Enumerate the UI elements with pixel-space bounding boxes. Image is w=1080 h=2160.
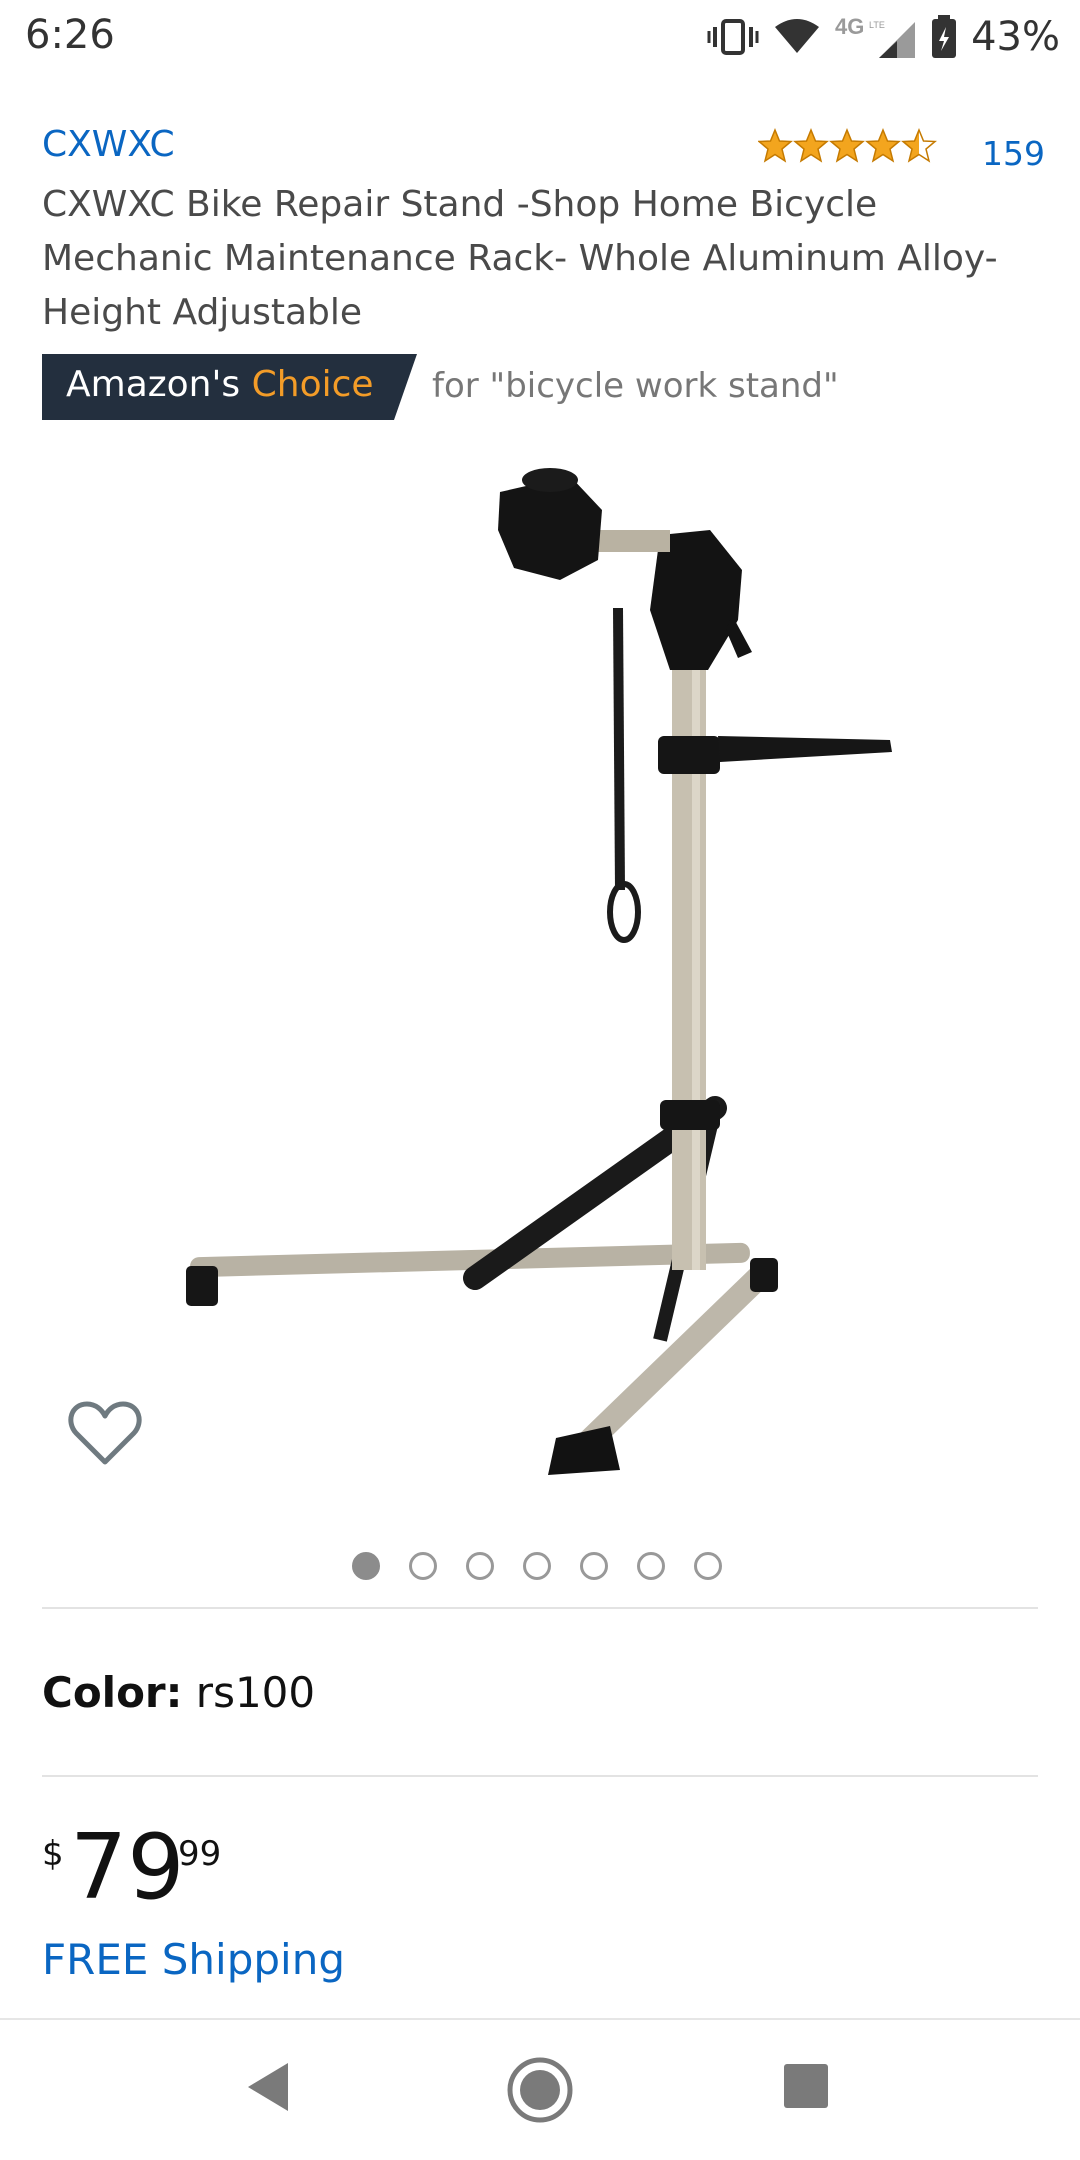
svg-text:4G: 4G — [835, 14, 864, 39]
price-symbol: $ — [42, 1834, 64, 1874]
color-label: Color: — [42, 1668, 183, 1717]
status-bar: 6:26 4G LTE 43% — [0, 0, 1080, 74]
status-icons: 4G LTE 43% — [707, 10, 1060, 64]
carousel-dot[interactable] — [466, 1552, 494, 1580]
badge-prefix: Amazon's — [66, 364, 241, 405]
home-circle-icon[interactable] — [506, 2056, 574, 2124]
rating-stars[interactable] — [758, 128, 938, 164]
heart-outline-icon[interactable] — [68, 1400, 142, 1466]
carousel-dot[interactable] — [580, 1552, 608, 1580]
image-carousel-dots — [352, 1552, 722, 1580]
carousel-dot[interactable] — [352, 1552, 380, 1580]
battery-percent: 43% — [971, 14, 1060, 60]
recents-square-icon[interactable] — [782, 2062, 830, 2110]
price-whole: 79 — [70, 1815, 185, 1920]
system-nav-bar — [0, 2018, 1080, 2160]
back-triangle-icon[interactable] — [244, 2060, 294, 2114]
star-rating-icon — [758, 129, 936, 162]
status-time: 6:26 — [25, 12, 115, 58]
color-value: rs100 — [195, 1668, 316, 1717]
rating-count[interactable]: 159 — [982, 134, 1045, 173]
color-selector[interactable]: Color: rs100 — [42, 1668, 315, 1717]
free-shipping-link[interactable]: FREE Shipping — [42, 1935, 345, 1984]
svg-text:LTE: LTE — [869, 20, 885, 30]
price-fraction: 99 — [178, 1834, 222, 1874]
badge-highlight: Choice — [251, 364, 374, 405]
carousel-dot[interactable] — [694, 1552, 722, 1580]
product-title: CXWXC Bike Repair Stand -Shop Home Bicyc… — [42, 184, 998, 333]
battery-icon — [932, 15, 957, 58]
vibrate-icon — [707, 19, 759, 55]
badge-text: Amazon's Choice — [66, 364, 374, 405]
brand-link[interactable]: CXWXC — [42, 124, 175, 165]
amazons-choice-badge[interactable]: Amazon's Choice — [42, 354, 417, 420]
product-image[interactable] — [140, 440, 940, 1500]
wifi-icon — [775, 19, 820, 53]
carousel-dot[interactable] — [523, 1552, 551, 1580]
carousel-dot[interactable] — [409, 1552, 437, 1580]
divider — [42, 1775, 1038, 1777]
badge-for-text: for "bicycle work stand" — [432, 366, 839, 406]
carousel-dot[interactable] — [637, 1552, 665, 1580]
divider — [42, 1607, 1038, 1609]
signal-4g-icon: 4G LTE — [835, 14, 916, 58]
